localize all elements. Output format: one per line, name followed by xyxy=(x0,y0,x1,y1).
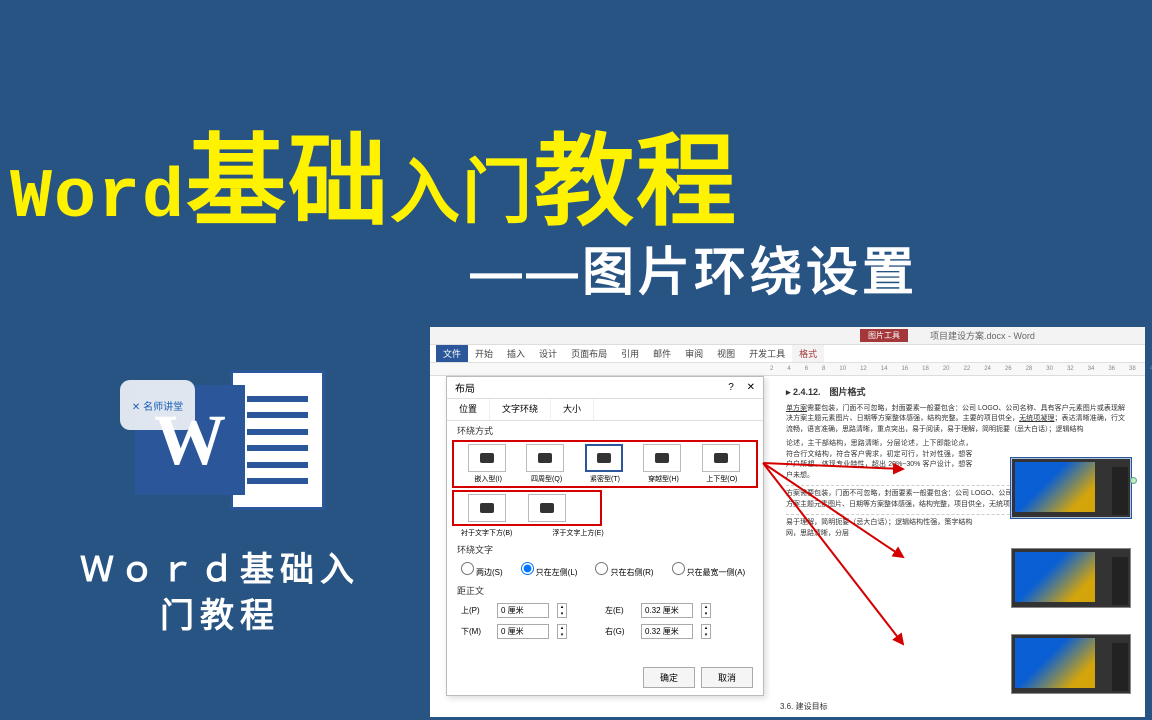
ribbon-tab-layout[interactable]: 页面布局 xyxy=(564,345,614,362)
doc-para-1: 单方案需要包装，门面不可忽略，封面要素一般要包含：公司 LOGO、公司名称、具有… xyxy=(786,404,1125,436)
ribbon-tab-insert[interactable]: 插入 xyxy=(500,345,532,362)
wrap-options-row1: 嵌入型(I) 四周型(Q) 紧密型(T) 穿越型(H) 上下型(O) xyxy=(452,440,758,488)
word-titlebar: 图片工具 项目建设方案.docx - Word xyxy=(430,327,1145,345)
ribbon-tab-developer[interactable]: 开发工具 xyxy=(742,345,792,362)
dist-right-input[interactable]: 0.32 厘米 xyxy=(641,624,693,639)
doc-para-2: 论述，主干部结构，思路清晰，分层论述，上下即能论点，符合行文结构，符合客户需求，… xyxy=(786,439,972,481)
ribbon-tab-file[interactable]: 文件 xyxy=(436,345,468,362)
ruler: 2468101214161820222426283032343638404244… xyxy=(430,363,1145,376)
dist-left-label: 左(E) xyxy=(605,605,633,616)
doc-image-1[interactable] xyxy=(1011,458,1131,518)
ribbon-tab-review[interactable]: 审阅 xyxy=(678,345,710,362)
ok-button[interactable]: 确定 xyxy=(643,667,695,688)
word-app-window: 图片工具 项目建设方案.docx - Word 文件 开始 插入 设计 页面布局… xyxy=(430,327,1145,717)
doc-para-4: 易于理解，简明扼要（忌大白话）；逻辑结构性强，策字结构网，思路清晰，分层 xyxy=(786,518,972,539)
document-body: ▸ 2.4.12. 图片格式 单方案需要包装，门面不可忽略，封面要素一般要包含：… xyxy=(770,376,1141,717)
main-title: Word基础入门教程 xyxy=(10,100,738,245)
dist-bottom-label: 下(M) xyxy=(461,626,489,637)
radio-widest[interactable]: 只在最宽一侧(A) xyxy=(672,562,746,578)
tab-size[interactable]: 大小 xyxy=(551,399,594,420)
ribbon: 文件 开始 插入 设计 页面布局 引用 邮件 审阅 视图 开发工具 格式 xyxy=(430,345,1145,363)
wrap-behind-label: 衬于文字下方(B) xyxy=(461,528,512,538)
tab-position[interactable]: 位置 xyxy=(447,399,490,420)
dist-top-input[interactable]: 0 厘米 xyxy=(497,603,549,618)
close-icon[interactable]: ✕ xyxy=(747,382,755,393)
wrap-infront[interactable] xyxy=(528,494,570,522)
wrap-inline[interactable]: 嵌入型(I) xyxy=(468,444,508,484)
ribbon-tab-mailings[interactable]: 邮件 xyxy=(646,345,678,362)
dist-right-spinner[interactable]: ▴▾ xyxy=(701,624,711,639)
dist-left-spinner[interactable]: ▴▾ xyxy=(701,603,711,618)
radio-both[interactable]: 两边(S) xyxy=(461,562,503,578)
radio-right[interactable]: 只在右侧(R) xyxy=(595,562,653,578)
icon-caption: Ｗｏｒｄ基础入门教程 xyxy=(70,548,370,640)
dist-top-label: 上(P) xyxy=(461,605,489,616)
subtitle: ——图片环绕设置 xyxy=(470,230,918,305)
wrap-behind[interactable] xyxy=(468,494,510,522)
ribbon-tab-references[interactable]: 引用 xyxy=(614,345,646,362)
wrap-style-label: 环绕方式 xyxy=(447,421,763,440)
layout-dialog: 布局 ? ✕ 位置 文字环绕 大小 环绕方式 嵌入型(I) 四周型(Q) 紧密型… xyxy=(446,376,764,696)
ribbon-tab-design[interactable]: 设计 xyxy=(532,345,564,362)
dist-left-input[interactable]: 0.32 厘米 xyxy=(641,603,693,618)
doc-footer-heading: 3.6. 建设目标 xyxy=(780,701,828,713)
cancel-button[interactable]: 取消 xyxy=(701,667,753,688)
doc-title: 项目建设方案.docx - Word xyxy=(930,329,1035,342)
wrap-through[interactable]: 穿越型(H) xyxy=(643,444,683,484)
doc-image-2[interactable] xyxy=(1011,548,1131,608)
dialog-title: 布局 xyxy=(455,380,475,395)
dist-bottom-spinner[interactable]: ▴▾ xyxy=(557,624,567,639)
watermark-badge: ✕ 名师讲堂 xyxy=(120,380,195,430)
help-icon[interactable]: ? xyxy=(728,382,734,393)
dist-label: 距正文 xyxy=(447,581,763,600)
ribbon-tab-view[interactable]: 视图 xyxy=(710,345,742,362)
picture-tools-tab: 图片工具 xyxy=(860,329,908,342)
tab-text-wrap[interactable]: 文字环绕 xyxy=(490,399,551,420)
ribbon-tab-home[interactable]: 开始 xyxy=(468,345,500,362)
dist-right-label: 右(G) xyxy=(605,626,633,637)
doc-section-heading: ▸ 2.4.12. 图片格式 xyxy=(786,386,1125,400)
doc-image-3[interactable] xyxy=(1011,634,1131,694)
wrap-topbottom[interactable]: 上下型(O) xyxy=(702,444,742,484)
ribbon-tab-format[interactable]: 格式 xyxy=(792,345,824,362)
dist-bottom-input[interactable]: 0 厘米 xyxy=(497,624,549,639)
wrap-options-row2 xyxy=(452,490,602,526)
wrap-text-label: 环绕文字 xyxy=(447,540,763,559)
wrap-infront-label: 浮于文字上方(E) xyxy=(552,528,603,538)
wrap-side-radios: 两边(S) 只在左侧(L) 只在右侧(R) 只在最宽一侧(A) xyxy=(447,559,763,581)
radio-left[interactable]: 只在左侧(L) xyxy=(521,562,578,578)
wrap-tight[interactable]: 紧密型(T) xyxy=(585,444,625,484)
wrap-square[interactable]: 四周型(Q) xyxy=(526,444,566,484)
dist-top-spinner[interactable]: ▴▾ xyxy=(557,603,567,618)
dialog-tabs: 位置 文字环绕 大小 xyxy=(447,399,763,421)
dialog-titlebar: 布局 ? ✕ xyxy=(447,377,763,399)
